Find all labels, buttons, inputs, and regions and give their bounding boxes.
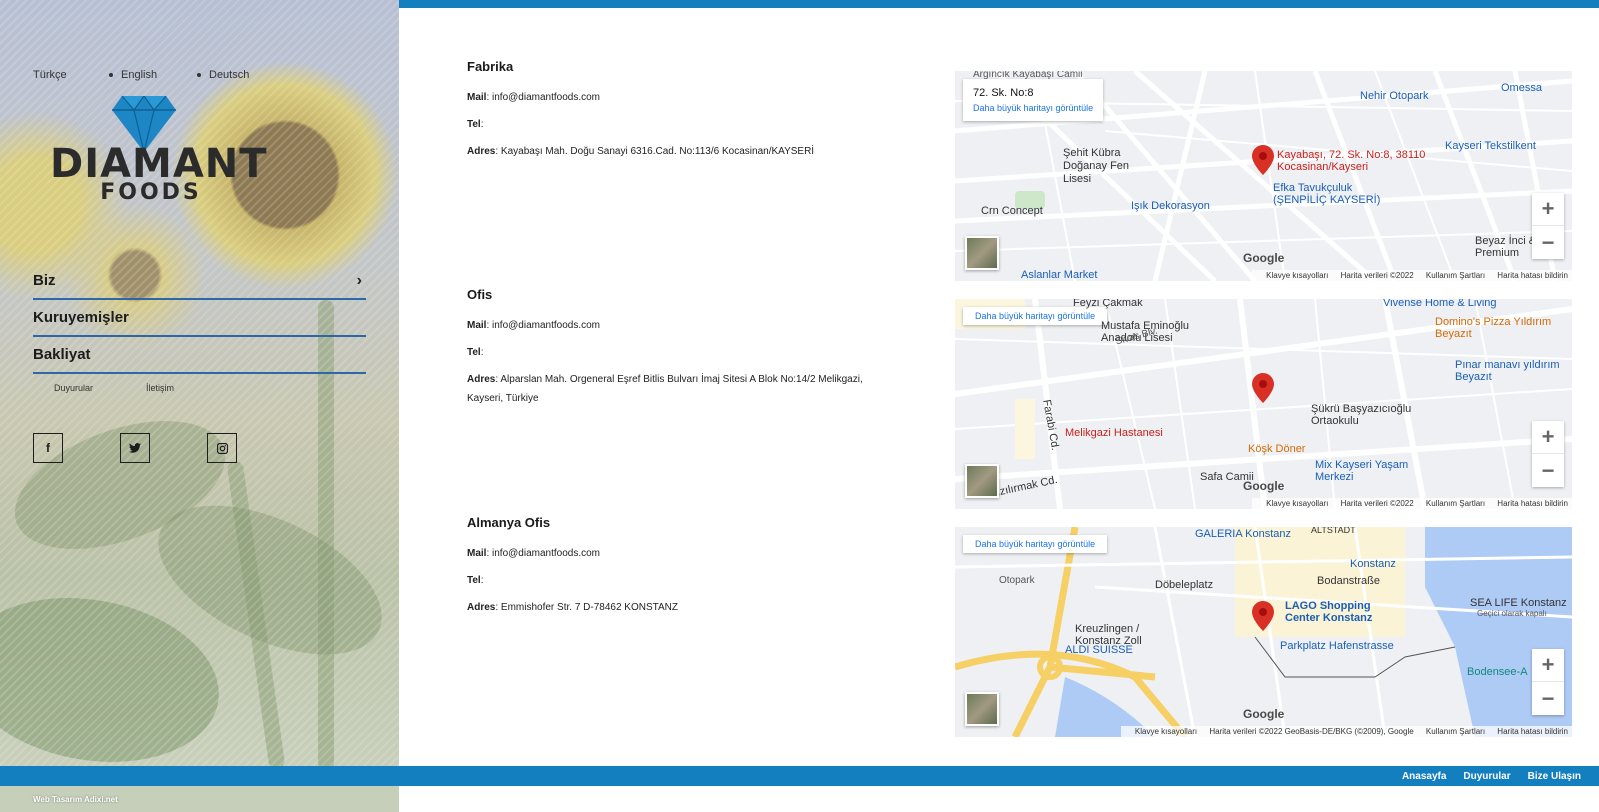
map-pin-label: Kayabaşı, 72. Sk. No:8, 38110 Kocasinan/… <box>1277 149 1426 173</box>
bigger-map-link[interactable]: Daha büyük haritayı görüntüle <box>963 535 1108 553</box>
chevron-right-icon[interactable]: › <box>357 272 362 290</box>
secondary-nav: Duyurular İletişim <box>54 383 366 393</box>
terms-link[interactable]: Kullanım Şartları <box>1426 499 1485 508</box>
top-accent-bar <box>399 0 1599 8</box>
location-ofis: Ofis Mail: info@diamantfoods.com Tel: Ad… <box>467 287 887 416</box>
location-title: Fabrika <box>467 59 514 74</box>
mail-row: Mail: info@diamantfoods.com <box>467 320 600 331</box>
map-pin-icon[interactable] <box>1252 145 1274 175</box>
map-card-title: 72. Sk. No:8 <box>973 87 1034 99</box>
footer-nav: Anasayfa Duyurular Bize Ulaşın <box>1385 766 1581 786</box>
terms-link[interactable]: Kullanım Şartları <box>1426 271 1485 280</box>
address-row: Adres: Kayabaşı Mah. Doğu Sanayi 6316.Ca… <box>467 146 815 157</box>
facebook-icon[interactable]: f <box>33 433 63 463</box>
sidebar: Türkçe English Deutsch DIAMANT FOODS Biz… <box>0 0 399 766</box>
map-almanya-ofis[interactable]: Daha büyük haritayı görüntüle GALERIA Ko… <box>955 527 1572 737</box>
keyboard-shortcuts-link[interactable]: Klavye kısayolları <box>1135 727 1197 736</box>
zoom-out-button[interactable]: − <box>1532 454 1564 487</box>
map-zoom-controls: + − <box>1532 193 1564 259</box>
google-logo: Google <box>1243 251 1285 265</box>
map-attribution: Klavye kısayolları Harita verileri ©2022… <box>1252 270 1572 281</box>
footer-link-anasayfa[interactable]: Anasayfa <box>1402 771 1446 782</box>
zoom-in-button[interactable]: + <box>1532 421 1564 454</box>
zoom-in-button[interactable]: + <box>1532 649 1564 682</box>
nav-link-duyurular[interactable]: Duyurular <box>54 383 146 393</box>
terms-link[interactable]: Kullanım Şartları <box>1426 727 1485 736</box>
footer-bar: Anasayfa Duyurular Bize Ulaşın <box>0 766 1599 786</box>
location-almanya-ofis: Almanya Ofis Mail: info@diamantfoods.com… <box>467 515 887 625</box>
zoom-in-button[interactable]: + <box>1532 193 1564 226</box>
map-ofis[interactable]: Daha büyük haritayı görüntüle Feyzi Çakm… <box>955 299 1572 509</box>
map-pin-icon[interactable] <box>1252 373 1274 403</box>
tel-row: Tel: <box>467 119 484 130</box>
satellite-toggle-button[interactable] <box>965 236 999 270</box>
logo-sub-text: FOODS <box>100 180 202 205</box>
nav-item-kuruyemisler[interactable]: Kuruyemişler <box>33 300 366 337</box>
language-switcher: Türkçe English Deutsch <box>33 69 249 81</box>
nav-link-iletisim[interactable]: İletişim <box>146 383 174 393</box>
google-logo: Google <box>1243 707 1285 721</box>
mail-link[interactable]: info@diamantfoods.com <box>492 92 600 103</box>
address-row: Adres: Alparslan Mah. Orgeneral Eşref Bi… <box>467 374 863 404</box>
tel-row: Tel: <box>467 575 484 586</box>
google-logo: Google <box>1243 479 1285 493</box>
report-error-link[interactable]: Harita hatası bildirin <box>1497 271 1568 280</box>
keyboard-shortcuts-link[interactable]: Klavye kısayolları <box>1266 271 1328 280</box>
nav-item-bakliyat[interactable]: Bakliyat <box>33 337 366 374</box>
location-fabrika: Fabrika Mail: info@diamantfoods.com Tel:… <box>467 59 887 169</box>
footer-bottom: Web Tasarım Adixi.net <box>0 786 1599 812</box>
map-pin-icon[interactable] <box>1252 601 1274 631</box>
tel-row: Tel: <box>467 347 484 358</box>
instagram-icon[interactable] <box>207 433 237 463</box>
lang-english[interactable]: English <box>109 69 197 81</box>
map-info-card: 72. Sk. No:8 Daha büyük haritayı görüntü… <box>963 79 1104 121</box>
map-zoom-controls: + − <box>1532 421 1564 487</box>
main-nav: Biz › Kuruyemişler Bakliyat Duyurular İl… <box>33 263 366 393</box>
social-links: f <box>33 433 294 463</box>
satellite-toggle-button[interactable] <box>965 464 999 498</box>
twitter-icon[interactable] <box>120 433 150 463</box>
mail-row: Mail: info@diamantfoods.com <box>467 92 600 103</box>
zoom-out-button[interactable]: − <box>1532 226 1564 259</box>
bigger-map-link[interactable]: Daha büyük haritayı görüntüle <box>963 307 1108 325</box>
map-attribution: Klavye kısayolları Harita verileri ©2022… <box>1252 498 1572 509</box>
address-row: Adres: Emmishofer Str. 7 D-78462 KONSTAN… <box>467 602 679 613</box>
mail-link[interactable]: info@diamantfoods.com <box>492 320 600 331</box>
location-title: Almanya Ofis <box>467 515 551 530</box>
nav-item-label: Kuruyemişler <box>33 309 129 326</box>
designer-credit-link[interactable]: Web Tasarım Adixi.net <box>33 795 118 804</box>
report-error-link[interactable]: Harita hatası bildirin <box>1497 727 1568 736</box>
report-error-link[interactable]: Harita hatası bildirin <box>1497 499 1568 508</box>
satellite-toggle-button[interactable] <box>965 692 999 726</box>
location-title: Ofis <box>467 287 493 302</box>
nav-item-label: Biz <box>33 272 56 289</box>
lang-turkish[interactable]: Türkçe <box>33 69 109 81</box>
map-attribution: Klavye kısayolları Harita verileri ©2022… <box>1120 726 1572 737</box>
bigger-map-link[interactable]: Daha büyük haritayı görüntüle <box>973 103 1093 113</box>
logo-brand-text: DIAMANT <box>50 141 268 187</box>
zoom-out-button[interactable]: − <box>1532 682 1564 715</box>
site-logo[interactable]: DIAMANT FOODS <box>50 96 268 208</box>
lang-german[interactable]: Deutsch <box>197 69 249 81</box>
nav-item-label: Bakliyat <box>33 346 91 363</box>
map-zoom-controls: + − <box>1532 649 1564 715</box>
footer-link-duyurular[interactable]: Duyurular <box>1463 771 1510 782</box>
keyboard-shortcuts-link[interactable]: Klavye kısayolları <box>1266 499 1328 508</box>
footer-link-bize-ulasin[interactable]: Bize Ulaşın <box>1528 771 1581 782</box>
mail-row: Mail: info@diamantfoods.com <box>467 548 600 559</box>
map-fabrika[interactable]: 72. Sk. No:8 Daha büyük haritayı görüntü… <box>955 71 1572 281</box>
mail-link[interactable]: info@diamantfoods.com <box>492 548 600 559</box>
nav-item-biz[interactable]: Biz › <box>33 263 366 300</box>
